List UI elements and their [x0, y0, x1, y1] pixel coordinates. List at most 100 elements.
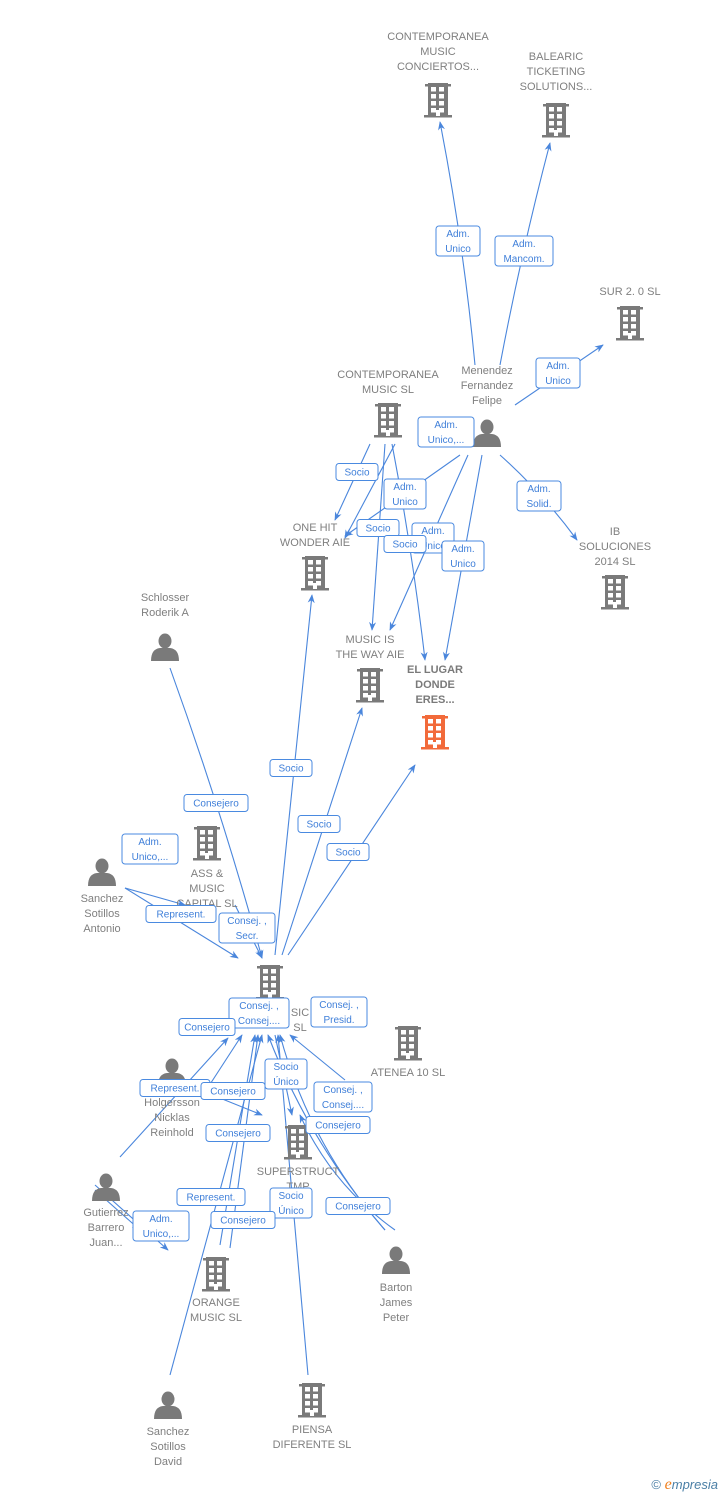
relation-label[interactable]: Consejero: [200, 1082, 266, 1100]
relation-label[interactable]: Consejero: [210, 1211, 276, 1229]
relation-label[interactable]: Consejero: [183, 794, 249, 812]
relation-label[interactable]: Socio: [269, 759, 313, 777]
relation-label-text: Consejero: [215, 1129, 261, 1140]
relation-label-text: Consej. ,: [319, 1000, 358, 1011]
node-label: MUSIC SL: [190, 1312, 242, 1324]
node-barton[interactable]: Barton James Peter: [380, 1246, 413, 1325]
node-ass-music[interactable]: ASS &MUSICCAPITAL SL: [176, 826, 238, 910]
node-label: Sotillos: [150, 1441, 186, 1453]
relation-label[interactable]: Adm. Unico,...: [132, 1210, 190, 1242]
node-contemporanea-conciertos[interactable]: CONTEMPORANEA MUSIC CONCIERTOS...: [387, 31, 489, 118]
relation-label[interactable]: Adm. Unico,...: [417, 416, 475, 448]
relation-label[interactable]: Socio: [326, 843, 370, 861]
relation-label[interactable]: Consej. , Presid.: [310, 996, 368, 1028]
relation-label-text: Adm.: [512, 239, 535, 250]
node-one-hit[interactable]: ONE HIT WONDER AIE: [280, 522, 350, 591]
node-sanchez-antonio[interactable]: Sanchez Sotillos Antonio: [81, 858, 124, 936]
node-balearic[interactable]: BALEARIC TICKETING SOLUTIONS...: [520, 51, 593, 138]
node-label: Nicklas: [154, 1112, 190, 1124]
relation-label-text: Socio: [273, 1062, 298, 1073]
node-label: SIC: [291, 1007, 309, 1019]
relation-label-text: Mancom.: [503, 254, 544, 265]
relation-label[interactable]: Consej. , Consej....: [228, 997, 290, 1029]
node-label: Holgersson: [144, 1097, 200, 1109]
relation-label[interactable]: Consej. , Consej....: [313, 1081, 373, 1113]
relation-label-text: Represent.: [157, 910, 206, 921]
node-label: Reinhold: [150, 1127, 193, 1139]
relation-label[interactable]: Consejero: [305, 1116, 371, 1134]
relation-label[interactable]: Consejero: [325, 1197, 391, 1215]
relation-label[interactable]: Socio: [356, 519, 400, 537]
node-label: SOLUTIONS...: [520, 81, 593, 93]
relation-label[interactable]: Adm. Unico,...: [121, 833, 179, 865]
node-label: EL LUGAR: [407, 664, 463, 676]
relation-label[interactable]: Represent.: [139, 1079, 211, 1097]
relation-label[interactable]: Socio Único: [264, 1058, 308, 1090]
node-label: SUPERSTRUCT: [257, 1166, 340, 1178]
relation-label-text: Socio: [365, 524, 390, 535]
relation-label[interactable]: Adm. Unico: [435, 225, 481, 257]
relation-label[interactable]: Socio Único: [269, 1187, 313, 1219]
relation-label-text: Socio: [392, 540, 417, 551]
relation-label[interactable]: Adm. Unico: [535, 357, 581, 389]
relation-label[interactable]: Represent.: [176, 1188, 246, 1206]
node-label: David: [154, 1456, 182, 1468]
brand-name-first: e: [664, 1476, 672, 1493]
relation-label[interactable]: Adm. Unico: [383, 478, 427, 510]
relation-label[interactable]: Socio: [335, 463, 379, 481]
node-sur20[interactable]: SUR 2. 0 SL: [599, 286, 661, 341]
relation-label[interactable]: Consejero: [178, 1018, 236, 1036]
node-el-lugar[interactable]: EL LUGAR DONDE ERES...: [407, 664, 463, 750]
node-holgersson[interactable]: Holgersson Nicklas Reinhold: [144, 1058, 200, 1140]
node-label: SOLUCIONES: [579, 541, 651, 553]
node-label: James: [380, 1297, 413, 1309]
relation-label-text: Socio: [335, 848, 360, 859]
relation-label[interactable]: Consej. , Secr.: [218, 912, 276, 944]
node-label: Felipe: [472, 395, 502, 407]
node-label: CONTEMPORANEA: [387, 31, 489, 43]
node-sanchez-david[interactable]: Sanchez Sotillos David: [147, 1391, 190, 1469]
relation-label-text: Adm.: [434, 420, 457, 431]
relation-label[interactable]: Adm. Solid.: [516, 480, 562, 512]
relation-label-text: Unico,...: [428, 435, 465, 446]
relation-label[interactable]: Socio: [297, 815, 341, 833]
node-music-is[interactable]: MUSIC IS THE WAY AIE: [336, 634, 405, 703]
person-icon: [88, 858, 116, 886]
relation-label-text: Socio: [306, 820, 331, 831]
empresia-logo[interactable]: © empresia: [651, 1476, 718, 1494]
building-icon: [298, 1383, 326, 1418]
node-label: DIFERENTE SL: [273, 1439, 352, 1451]
node-label: Sanchez: [81, 893, 124, 905]
building-icon: [356, 668, 384, 703]
relation-label[interactable]: Represent.: [145, 905, 217, 923]
node-gutierrez[interactable]: Gutierrez Barrero Juan...: [83, 1173, 129, 1250]
building-icon: [601, 575, 629, 610]
relation-label-text: Represent.: [187, 1193, 236, 1204]
relation-label[interactable]: Adm. Mancom.: [494, 235, 554, 267]
node-label: Schlosser: [141, 592, 190, 604]
relation-label-text: Consej. ,: [323, 1085, 362, 1096]
node-label: MUSIC: [189, 883, 225, 895]
relation-label-text: Adm.: [451, 544, 474, 555]
node-label: Peter: [383, 1312, 410, 1324]
node-label: Sanchez: [147, 1426, 190, 1438]
node-atenea[interactable]: ATENEA 10 SL: [371, 1026, 445, 1079]
node-orange[interactable]: ORANGE MUSIC SL: [190, 1257, 242, 1324]
relation-label[interactable]: Socio: [383, 535, 427, 553]
node-ib[interactable]: IB SOLUCIONES 2014 SL: [579, 526, 651, 610]
node-schlosser[interactable]: Schlosser Roderik A: [141, 592, 190, 661]
node-label: Fernandez: [461, 380, 514, 392]
node-label: Sotillos: [84, 908, 120, 920]
building-icon: [424, 83, 452, 118]
person-icon: [154, 1391, 182, 1419]
relation-label[interactable]: Adm. Unico: [441, 540, 485, 572]
node-piensa[interactable]: PIENSA DIFERENTE SL: [273, 1383, 352, 1451]
relation-label-text: Represent.: [151, 1084, 200, 1095]
node-label: MUSIC: [420, 46, 456, 58]
relation-label[interactable]: Consejero: [205, 1124, 271, 1142]
relation-label-text: Adm.: [546, 361, 569, 372]
node-label: ATENEA 10 SL: [371, 1067, 445, 1079]
building-icon: [374, 403, 402, 438]
copyright-icon: ©: [651, 1477, 662, 1492]
edge-contemporanea_music-to-one_hit: [334, 443, 371, 521]
